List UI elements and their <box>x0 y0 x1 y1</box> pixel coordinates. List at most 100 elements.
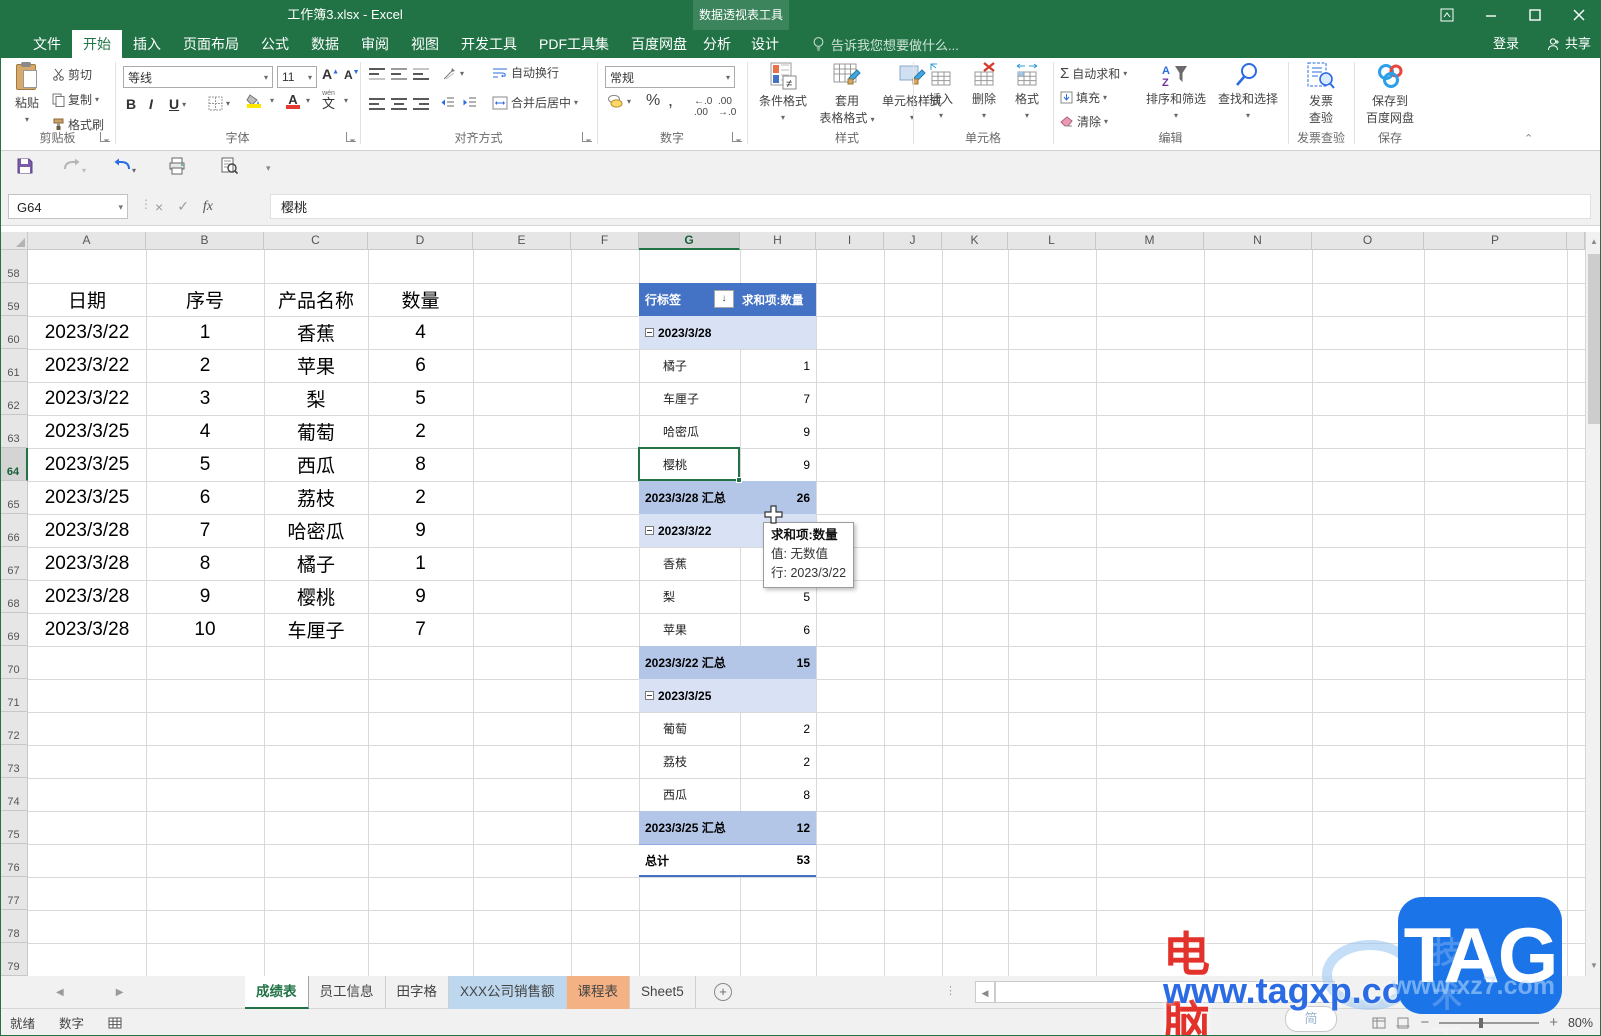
menu-tab-文件[interactable]: 文件 <box>22 30 72 58</box>
qat-customize-button[interactable]: ▾ <box>266 163 271 174</box>
data-cell[interactable]: 3 <box>146 382 264 415</box>
data-cell[interactable]: 2023/3/22 <box>28 382 146 415</box>
sheet-tab-课程表[interactable]: 课程表 <box>566 976 631 1009</box>
sheet-prev-icon[interactable]: ◀ <box>56 987 64 998</box>
row-header-58[interactable]: 58 <box>0 250 28 283</box>
row-header-70[interactable]: 70 <box>0 646 28 679</box>
ime-indicator[interactable]: 简 <box>1285 1006 1337 1032</box>
sheet-tab-田字格[interactable]: 田字格 <box>386 976 449 1009</box>
increase-decimal-button[interactable]: ←.0.00 <box>694 96 712 118</box>
fill-button[interactable]: 填充 ▾ <box>1060 89 1107 106</box>
insert-function-icon[interactable]: fx <box>203 199 213 215</box>
pivot-value-header[interactable]: 求和项:数量 <box>740 283 816 316</box>
font-name-combo[interactable]: 等线 ▾ <box>123 66 273 88</box>
data-cell[interactable]: 5 <box>368 382 473 415</box>
data-cell[interactable]: 葡萄 <box>264 415 368 448</box>
orientation-button[interactable]: ▾ <box>442 66 464 81</box>
row-header-64[interactable]: 64 <box>0 448 28 481</box>
italic-button[interactable]: I <box>149 96 153 112</box>
pivot-group-row[interactable]: 2023/3/28 <box>639 316 816 349</box>
column-header-C[interactable]: C <box>264 232 368 250</box>
data-cell[interactable]: 9 <box>368 580 473 613</box>
column-header-partial[interactable] <box>1567 232 1585 250</box>
align-center-icon[interactable] <box>390 96 408 112</box>
menu-tab-PDF工具集[interactable]: PDF工具集 <box>528 30 620 58</box>
column-header-J[interactable]: J <box>884 232 942 250</box>
collapse-ribbon-button[interactable]: ⌃ <box>1524 132 1533 145</box>
data-cell[interactable]: 西瓜 <box>264 448 368 481</box>
pivot-item-label[interactable]: 哈密瓜 <box>639 415 740 448</box>
column-header-B[interactable]: B <box>146 232 264 250</box>
pivot-item-label[interactable]: 橘子 <box>639 349 740 382</box>
menu-tab-公式[interactable]: 公式 <box>250 30 300 58</box>
format-cells-button[interactable]: 格式 ▾ <box>1007 62 1047 121</box>
row-header-72[interactable]: 72 <box>0 712 28 745</box>
row-header-61[interactable]: 61 <box>0 349 28 382</box>
column-header-F[interactable]: F <box>571 232 639 250</box>
horizontal-scroll-track[interactable] <box>995 981 1335 1003</box>
vertical-scrollbar[interactable]: ▲ ▼ <box>1585 232 1601 976</box>
row-header-76[interactable]: 76 <box>0 844 28 877</box>
data-cell[interactable]: 2023/3/28 <box>28 580 146 613</box>
data-cell[interactable]: 6 <box>146 481 264 514</box>
macro-record-icon[interactable] <box>108 1017 122 1029</box>
pivot-item-value[interactable]: 6 <box>740 613 816 646</box>
decrease-decimal-button[interactable]: .00 →.0 <box>718 96 736 118</box>
column-header-K[interactable]: K <box>942 232 1008 250</box>
number-dialog-launcher[interactable] <box>732 132 742 142</box>
column-header-P[interactable]: P <box>1424 232 1567 250</box>
zoom-out-icon[interactable]: − <box>1420 1014 1429 1031</box>
decrease-indent-button[interactable] <box>440 96 455 109</box>
data-header-cell[interactable]: 数量 <box>368 283 473 316</box>
row-header-71[interactable]: 71 <box>0 679 28 712</box>
data-cell[interactable]: 1 <box>368 547 473 580</box>
data-cell[interactable]: 2 <box>146 349 264 382</box>
pivot-item-value[interactable]: 2 <box>740 712 816 745</box>
format-as-table-button[interactable]: 套用 表格格式 ▾ <box>816 62 878 126</box>
pivot-group-row[interactable]: 2023/3/25 <box>639 679 816 712</box>
row-header-60[interactable]: 60 <box>0 316 28 349</box>
data-cell[interactable]: 荔枝 <box>264 481 368 514</box>
data-cell[interactable]: 哈密瓜 <box>264 514 368 547</box>
data-cell[interactable]: 1 <box>146 316 264 349</box>
font-color-button[interactable]: A <box>286 92 300 109</box>
share-button[interactable]: 共享 <box>1547 30 1591 58</box>
pivot-grandtotal-row[interactable]: 总计 53 <box>639 844 816 877</box>
menu-tab-百度网盘[interactable]: 百度网盘 <box>620 30 698 58</box>
confirm-entry-icon[interactable]: ✓ <box>177 198 189 215</box>
pivot-item-value[interactable]: 8 <box>740 778 816 811</box>
data-header-cell[interactable]: 产品名称 <box>264 283 368 316</box>
bold-button[interactable]: B <box>126 96 136 112</box>
menu-tab-开发工具[interactable]: 开发工具 <box>450 30 528 58</box>
contextual-tab-设计[interactable]: 设计 <box>751 30 779 58</box>
row-header-68[interactable]: 68 <box>0 580 28 613</box>
data-cell[interactable]: 2023/3/28 <box>28 547 146 580</box>
data-cell[interactable]: 5 <box>146 448 264 481</box>
pivot-item-label[interactable]: 葡萄 <box>639 712 740 745</box>
find-select-button[interactable]: 查找和选择 ▾ <box>1212 62 1284 121</box>
column-header-M[interactable]: M <box>1096 232 1204 250</box>
row-header-62[interactable]: 62 <box>0 382 28 415</box>
accounting-format-button[interactable]: ▾ <box>607 94 631 109</box>
cut-button[interactable]: 剪切 <box>52 66 92 83</box>
data-cell[interactable]: 7 <box>146 514 264 547</box>
copy-button[interactable]: 复制 ▾ <box>52 91 99 108</box>
fill-color-button[interactable] <box>246 94 262 108</box>
data-cell[interactable]: 苹果 <box>264 349 368 382</box>
data-cell[interactable]: 车厘子 <box>264 613 368 646</box>
new-sheet-button[interactable]: + <box>714 983 732 1001</box>
clear-button[interactable]: 清除 ▾ <box>1060 113 1108 130</box>
data-cell[interactable]: 2023/3/25 <box>28 415 146 448</box>
decrease-font-button[interactable]: A▼ <box>344 68 360 82</box>
column-header-L[interactable]: L <box>1008 232 1096 250</box>
pivot-item-label[interactable]: 西瓜 <box>639 778 740 811</box>
name-box[interactable]: G64 ▾ <box>8 194 128 219</box>
menu-tab-数据[interactable]: 数据 <box>300 30 350 58</box>
horizontal-scrollbar[interactable]: ◀ <box>975 981 1335 1003</box>
number-format-combo[interactable]: 常规 ▾ <box>605 66 735 88</box>
align-middle-icon[interactable] <box>390 66 408 82</box>
vertical-scroll-thumb[interactable] <box>1588 254 1600 424</box>
data-cell[interactable]: 橘子 <box>264 547 368 580</box>
column-header-I[interactable]: I <box>816 232 884 250</box>
data-header-cell[interactable]: 日期 <box>28 283 146 316</box>
